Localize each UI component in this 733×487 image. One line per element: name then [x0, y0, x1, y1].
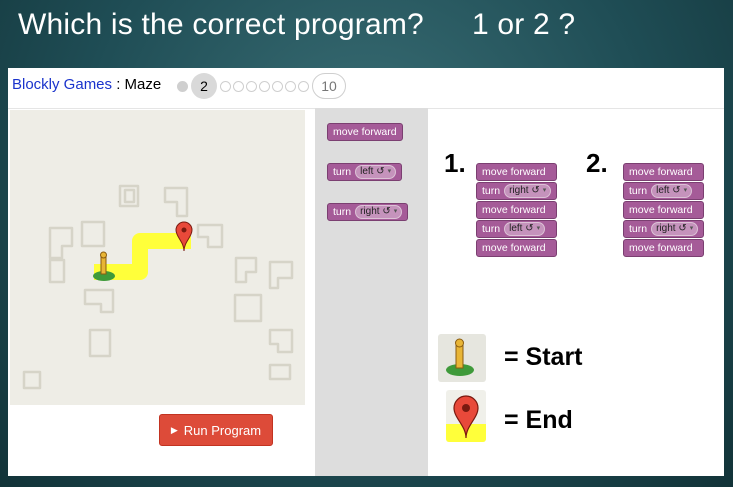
- program-2-block-1[interactable]: move forward: [623, 163, 705, 181]
- dropdown-arrow-icon: ▾: [536, 225, 541, 232]
- maze-canvas: [10, 110, 305, 405]
- run-program-label: Run Program: [183, 422, 262, 438]
- program-1-number: 1.: [444, 148, 466, 178]
- level-current[interactable]: 2: [191, 73, 217, 99]
- toolbox-turn-left-block[interactable]: turn left ↺ ▾: [327, 163, 403, 181]
- direction-dropdown[interactable]: right ↺ ▾: [651, 222, 699, 236]
- dropdown-value: left ↺: [656, 185, 681, 196]
- dropdown-value: left ↺: [509, 223, 534, 234]
- blockly-app-panel: Blockly Games : Maze 2 10 ▶ Run Program …: [8, 68, 724, 476]
- level-7-dot[interactable]: [272, 80, 283, 92]
- block-label: move forward: [482, 166, 546, 178]
- direction-dropdown[interactable]: right ↺ ▾: [355, 205, 403, 219]
- dropdown-arrow-icon: ▾: [683, 187, 688, 194]
- program-2-stack: move forward turn left ↺ ▾ move forward tu…: [623, 163, 705, 258]
- direction-dropdown[interactable]: left ↺ ▾: [651, 184, 693, 198]
- app-title: Blockly Games : Maze: [12, 76, 161, 93]
- app-header: Blockly Games : Maze 2 10: [8, 68, 724, 109]
- direction-dropdown[interactable]: right ↺ ▾: [504, 184, 552, 198]
- legend-end-label: = End: [504, 406, 573, 434]
- choice-text: 1 or 2 ?: [471, 8, 576, 41]
- level-9-dot[interactable]: [298, 80, 309, 92]
- run-program-button[interactable]: ▶ Run Program: [159, 414, 273, 446]
- program-1-block-1[interactable]: move forward: [476, 163, 558, 181]
- program-2-block-2[interactable]: turn left ↺ ▾: [623, 182, 705, 200]
- dropdown-value: right ↺: [360, 206, 391, 217]
- maze-background-walls: [22, 184, 294, 390]
- dropdown-arrow-icon: ▾: [387, 168, 392, 175]
- program-1-block-4[interactable]: turn left ↺ ▾: [476, 220, 558, 238]
- block-label: move forward: [482, 242, 546, 254]
- program-1-block-3[interactable]: move forward: [476, 201, 558, 219]
- toolbox-move-forward-block[interactable]: move forward: [327, 123, 403, 141]
- block-label: move forward: [629, 242, 693, 254]
- direction-dropdown[interactable]: left ↺ ▾: [355, 165, 397, 179]
- block-label: turn: [333, 206, 352, 218]
- block-label: move forward: [629, 204, 693, 216]
- dropdown-value: left ↺: [360, 166, 385, 177]
- block-label: turn: [629, 223, 648, 235]
- block-label: turn: [629, 185, 648, 197]
- maze-svg: [22, 184, 294, 390]
- toolbox-turn-right-block[interactable]: turn right ↺ ▾: [327, 203, 409, 221]
- level-selector: 2 10: [176, 72, 348, 100]
- maze-path: [94, 233, 191, 280]
- legend-start-icon: [438, 334, 486, 382]
- play-icon: ▶: [170, 424, 178, 435]
- program-2-block-4[interactable]: turn right ↺ ▾: [623, 220, 705, 238]
- program-2-block-3[interactable]: move forward: [623, 201, 705, 219]
- slide-title: Which is the correct program? 1 or 2 ?: [18, 8, 575, 42]
- block-label: move forward: [333, 126, 397, 138]
- legend-end-icon: [446, 390, 486, 442]
- program-1-stack: move forward turn right ↺ ▾ move forward t…: [476, 163, 558, 258]
- dropdown-arrow-icon: ▾: [542, 187, 547, 194]
- level-8-dot[interactable]: [285, 80, 296, 92]
- dropdown-arrow-icon: ▾: [393, 208, 398, 215]
- level-5-dot[interactable]: [246, 80, 257, 92]
- block-label: turn: [333, 166, 352, 178]
- block-label: turn: [482, 185, 501, 197]
- game-name: Maze: [124, 76, 162, 93]
- block-label: move forward: [482, 204, 546, 216]
- program-2-block-5[interactable]: move forward: [623, 239, 705, 257]
- block-label: move forward: [629, 166, 693, 178]
- level-3-dot[interactable]: [220, 80, 231, 92]
- dropdown-arrow-icon: ▾: [689, 225, 694, 232]
- block-label: turn: [482, 223, 501, 235]
- dropdown-value: right ↺: [509, 185, 540, 196]
- title-separator: :: [112, 76, 125, 93]
- level-4-dot[interactable]: [233, 80, 244, 92]
- level-1-dot[interactable]: [177, 80, 188, 92]
- legend-start-label: = Start: [504, 343, 583, 371]
- level-last[interactable]: 10: [312, 73, 346, 99]
- program-2-number: 2.: [586, 148, 608, 178]
- question-text: Which is the correct program?: [18, 8, 424, 41]
- dropdown-value: right ↺: [656, 223, 687, 234]
- level-6-dot[interactable]: [259, 80, 270, 92]
- program-1-block-5[interactable]: move forward: [476, 239, 558, 257]
- blockly-games-link[interactable]: Blockly Games: [12, 76, 112, 93]
- program-1-block-2[interactable]: turn right ↺ ▾: [476, 182, 558, 200]
- direction-dropdown[interactable]: left ↺ ▾: [504, 222, 546, 236]
